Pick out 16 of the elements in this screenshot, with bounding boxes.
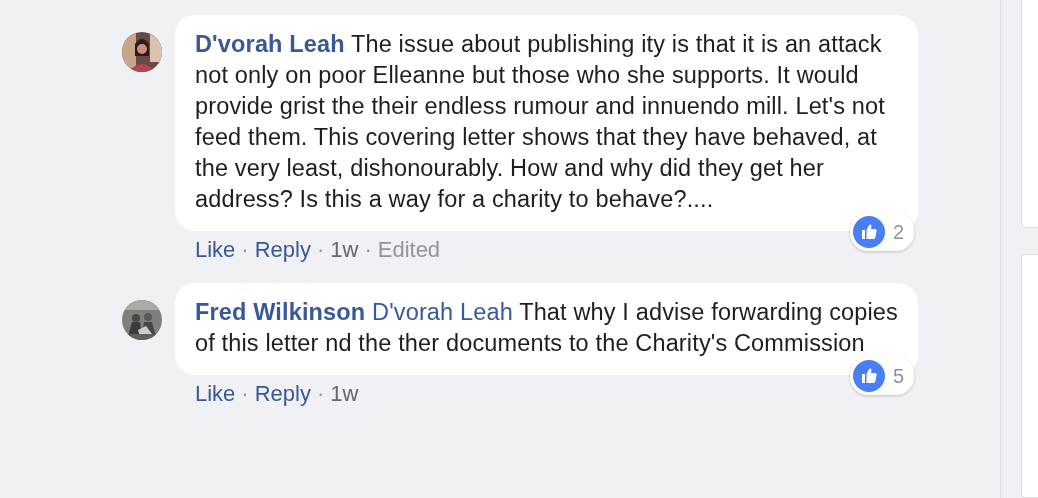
reply-link[interactable]: Reply <box>254 237 311 263</box>
comment-text: D'vorah Leah The issue about publishing ity is that it is an attack not only on poor Elleanne but those who she supports. It would provide grist the their endless rumour and innuendo mill. Let's not feed them. This covering letter shows that they have behaved, at the very least, dishonourably. How and why did they get her address? Is this a way for a charity to behave?.... <box>195 30 886 214</box>
thumbs-up-icon <box>852 360 885 392</box>
timestamp[interactable]: 1w <box>330 237 359 263</box>
separator-dot: · <box>241 237 249 263</box>
separator-dot: · <box>241 381 249 407</box>
timestamp[interactable]: 1w <box>330 381 359 407</box>
reply-link[interactable]: Reply <box>254 381 311 407</box>
comment-text: Fred Wilkinson D'vorah Leah That why I advise forwarding copies of this letter nd the ther documents to the Charity's Commission <box>195 298 898 358</box>
like-link[interactable]: Like <box>195 381 236 407</box>
thumbs-up-icon <box>852 216 885 248</box>
like-link[interactable]: Like <box>195 237 236 263</box>
separator-dot: · <box>316 237 325 263</box>
separator-dot: · <box>316 381 325 407</box>
edited-label: Edited <box>377 237 441 263</box>
separator-dot: · <box>364 237 372 263</box>
